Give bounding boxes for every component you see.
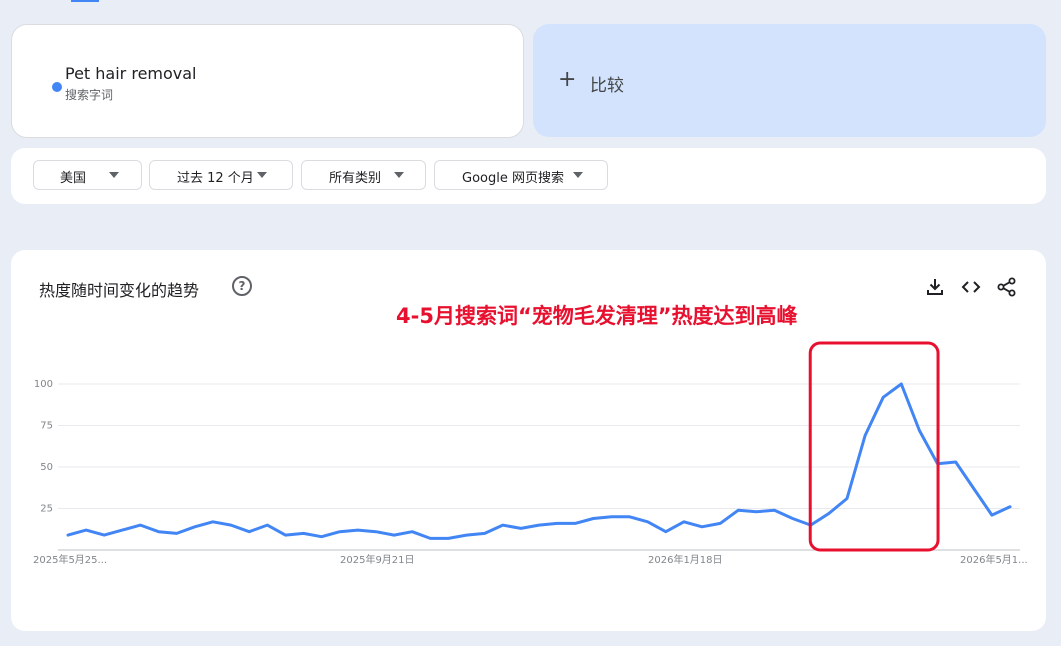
y-tick-label: 100 (34, 379, 53, 390)
region-filter-label: 美国 (60, 171, 87, 186)
search-term-card[interactable]: Pet hair removal 搜索字词 (11, 24, 524, 138)
time-range-filter-label: 过去 12 个月 (177, 171, 254, 186)
series-line (66, 382, 1012, 540)
dropdown-caret-icon (257, 172, 267, 178)
term-name[interactable]: Pet hair removal (65, 64, 197, 83)
peak-highlight-box (808, 341, 940, 552)
y-tick-label: 25 (40, 504, 53, 515)
y-tick-label: 75 (40, 421, 53, 432)
filter-bar: 美国 过去 12 个月 所有类别 Google 网页搜索 (11, 148, 1046, 204)
search-type-filter-label: Google 网页搜索 (462, 171, 564, 186)
trend-line-chart: 100 75 50 25 2025年5月25... 2025年9月21日 2026年1月1… (33, 341, 1028, 566)
search-type-filter[interactable]: Google 网页搜索 (434, 160, 608, 190)
x-tick-label: 2025年5月25... (33, 553, 107, 566)
time-range-filter[interactable]: 过去 12 个月 (149, 160, 293, 190)
x-tick-label: 2025年9月21日 (340, 553, 415, 566)
category-filter[interactable]: 所有类别 (301, 160, 426, 190)
term-color-dot (52, 82, 62, 92)
term-type-label: 搜索字词 (65, 88, 114, 102)
dropdown-caret-icon (394, 172, 404, 178)
category-filter-label: 所有类别 (329, 171, 382, 186)
region-filter[interactable]: 美国 (33, 160, 142, 190)
active-tab-indicator (71, 0, 99, 2)
compare-label: 比较 (590, 76, 624, 96)
dropdown-caret-icon (573, 172, 583, 178)
y-tick-label: 50 (40, 462, 53, 473)
dropdown-caret-icon (109, 172, 119, 178)
interest-over-time-card: 热度随时间变化的趋势 ? 4-5月搜索词“宠物毛发清理”热度达到高峰 100 75… (11, 250, 1046, 631)
x-tick-label: 2026年5月1... (960, 553, 1028, 566)
plus-icon: + (558, 67, 577, 92)
x-tick-label: 2026年1月18日 (648, 553, 723, 566)
compare-button[interactable]: + 比较 (533, 24, 1046, 137)
